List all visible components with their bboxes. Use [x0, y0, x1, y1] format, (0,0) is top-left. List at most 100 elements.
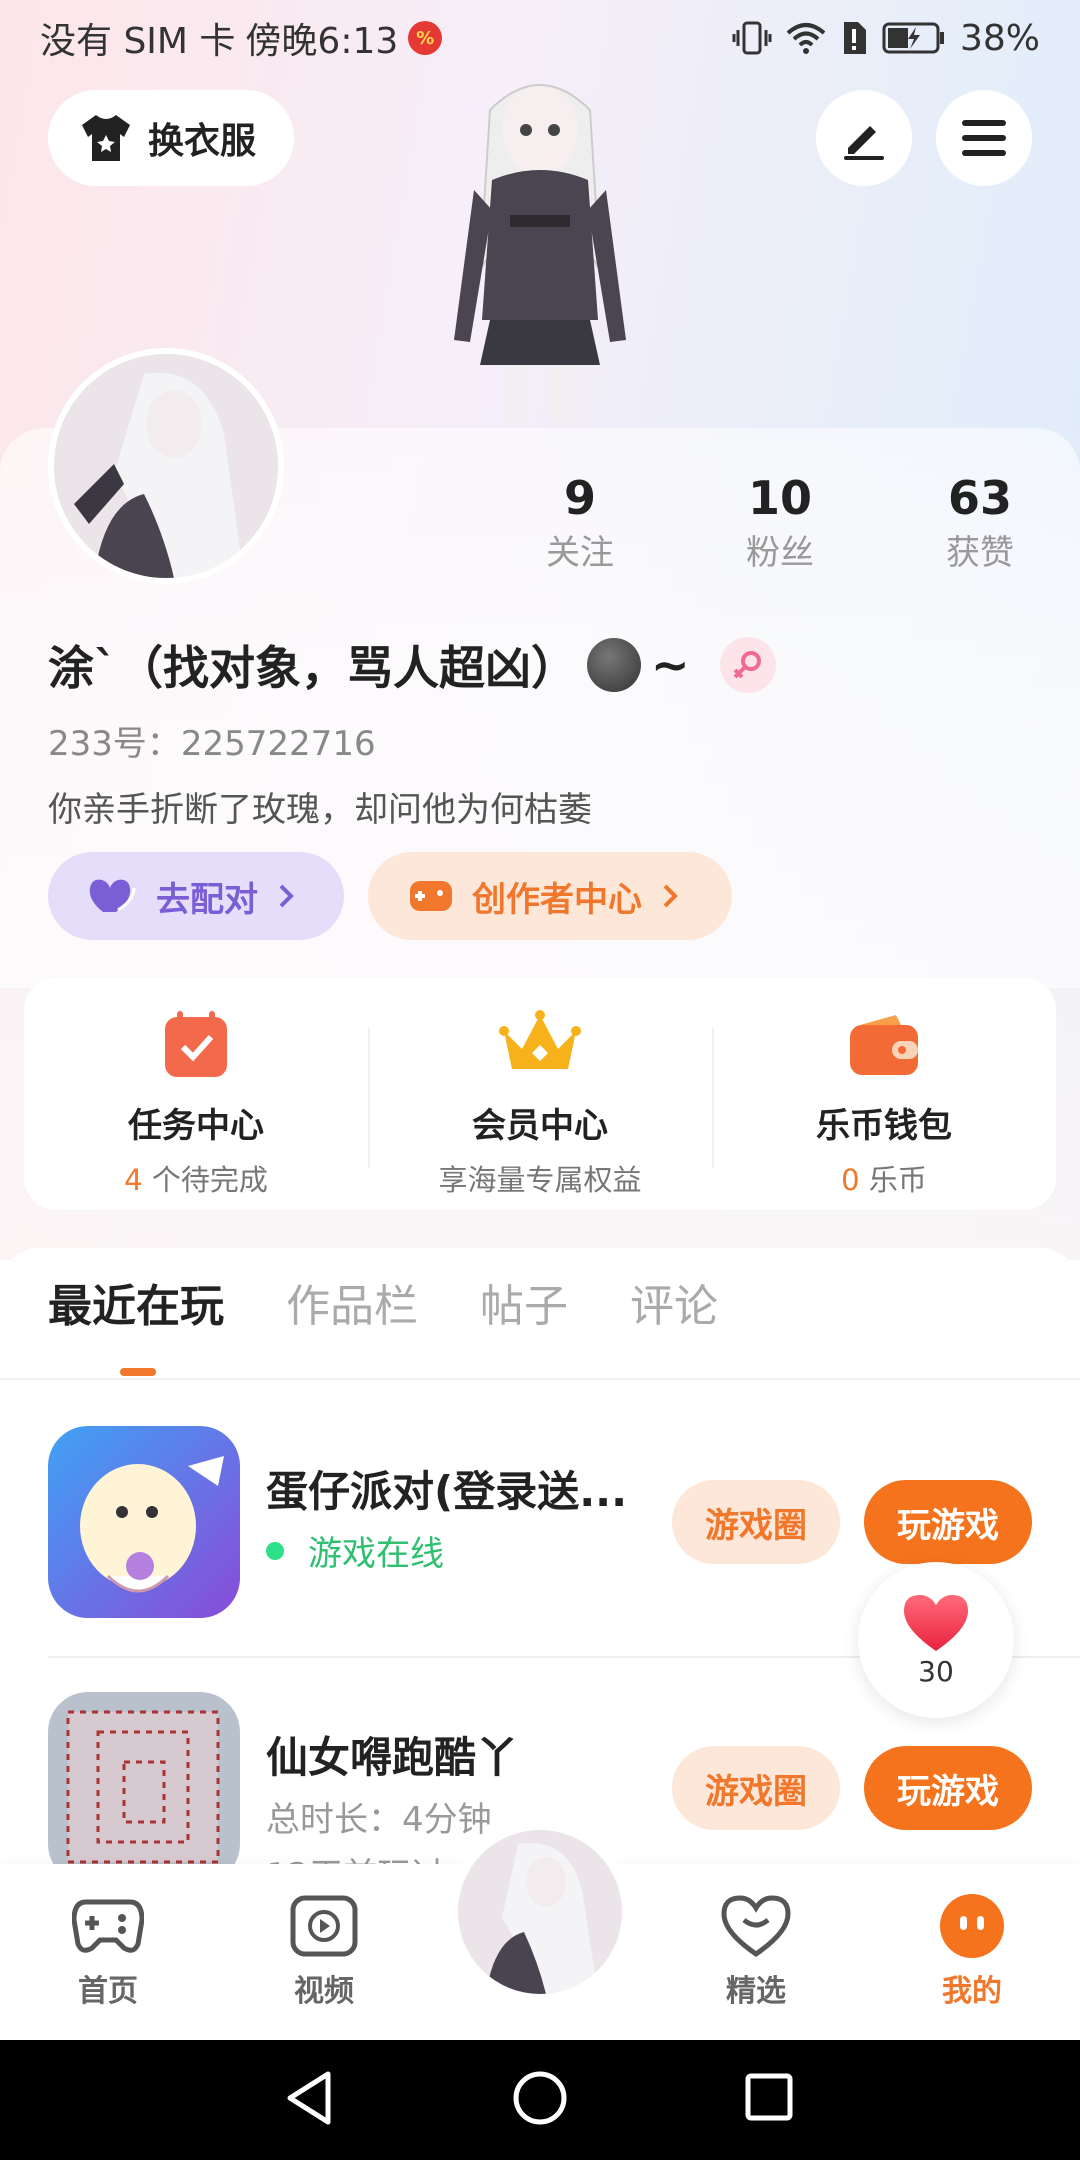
online-status-label: 游戏在线: [308, 1534, 444, 1574]
nav-home-label: 首页: [78, 1974, 138, 2009]
stat-value: 63: [947, 471, 1012, 525]
online-dot-icon: [266, 1541, 284, 1560]
coin-wallet-title: 乐币钱包: [816, 1106, 952, 1146]
profile-stats: 9 关注 10 粉丝 63 获赞: [480, 468, 1080, 578]
wifi-icon: [786, 23, 826, 54]
stat-label: 粉丝: [746, 533, 814, 573]
game-circle-button[interactable]: 游戏圈: [672, 1746, 840, 1830]
avatar-image: [54, 354, 278, 578]
floating-like-button[interactable]: 30: [858, 1562, 1014, 1718]
crown-icon: [499, 1010, 581, 1069]
game-play-duration: 总时长：4分钟: [266, 1800, 492, 1840]
nav-featured[interactable]: 精选: [686, 1886, 826, 2010]
stat-value: 10: [747, 471, 812, 525]
chevron-right-icon: [279, 884, 294, 908]
task-center-sub: 4 个待完成: [24, 1157, 368, 1199]
status-bar: 没有 SIM 卡 傍晚6:13 % 38%: [0, 0, 1080, 76]
vibrate-icon: [732, 21, 772, 55]
game-icon-fairy-parkour[interactable]: [48, 1692, 240, 1884]
time-text: 傍晚6:13: [245, 21, 399, 62]
content-tabs: 最近在玩 作品栏 帖子 评论: [48, 1270, 718, 1334]
chevron-right-icon: [663, 884, 678, 908]
stat-likes[interactable]: 63 获赞: [880, 468, 1080, 578]
like-count: 30: [918, 1654, 954, 1688]
carrier-text: 没有 SIM 卡: [40, 21, 236, 62]
match-button[interactable]: 去配对: [48, 852, 344, 940]
gamepad-plus-icon: [410, 881, 452, 911]
coin-label: 乐币: [859, 1163, 927, 1197]
nav-mine[interactable]: 我的: [902, 1886, 1042, 2010]
shirt-icon: [82, 115, 130, 161]
task-center-title: 任务中心: [128, 1106, 264, 1146]
member-center-sub: 享海量专属权益: [438, 1163, 642, 1197]
game-online-status: 游戏在线: [266, 1526, 444, 1575]
services-panel: 任务中心 4 个待完成 会员中心 享海量专属权益 乐币钱包 0 乐币: [24, 978, 1056, 1210]
avatar-image: [458, 1830, 622, 1994]
nav-home[interactable]: 首页: [38, 1886, 178, 2010]
gamepad-icon: [72, 1899, 144, 1953]
tab-recent-played[interactable]: 最近在玩: [48, 1270, 224, 1334]
sim-alert-icon: [843, 22, 866, 54]
coin-wallet-sub: 0 乐币: [712, 1157, 1056, 1199]
system-navigation-bar: [0, 2040, 1080, 2160]
task-center-item[interactable]: 任务中心 4 个待完成: [24, 1004, 368, 1197]
female-gender-icon: [719, 637, 776, 693]
heart-icon: [904, 1594, 968, 1651]
app-notification-icon: %: [408, 21, 443, 55]
member-center-title: 会员中心: [472, 1106, 608, 1146]
nickname-text: 涂`（找对象，骂人超凶）: [48, 641, 577, 695]
game-circle-button[interactable]: 游戏圈: [672, 1480, 840, 1564]
nav-video-label: 视频: [294, 1974, 354, 2009]
active-tab-indicator: [120, 1368, 156, 1376]
nickname-row: 涂`（找对象，骂人超凶） ~: [48, 630, 776, 700]
video-play-icon: [290, 1895, 358, 1957]
coin-wallet-item[interactable]: 乐币钱包 0 乐币: [712, 1004, 1056, 1197]
stat-following[interactable]: 9 关注: [480, 468, 680, 578]
nav-featured-label: 精选: [726, 1974, 786, 2009]
pending-count: 4: [124, 1163, 143, 1197]
avatar-character-figure[interactable]: [430, 70, 650, 430]
play-game-button[interactable]: 玩游戏: [864, 1480, 1032, 1564]
profile-avatar[interactable]: [48, 348, 284, 584]
change-outfit-label: 换衣服: [148, 121, 257, 162]
nav-center-avatar[interactable]: [448, 1820, 632, 2004]
edit-profile-button[interactable]: [816, 90, 912, 186]
user-id: 233号：225722716: [48, 724, 376, 764]
menu-button[interactable]: [936, 90, 1032, 186]
content-section: 最近在玩 作品栏 帖子 评论 蛋仔派对(登录送... 游戏在线 游戏圈 玩游戏: [0, 1248, 1080, 1896]
battery-icon: [882, 22, 944, 54]
match-label: 去配对: [156, 879, 258, 920]
back-icon[interactable]: [284, 2070, 334, 2126]
pen-icon: [844, 126, 884, 160]
nav-mine-label: 我的: [942, 1974, 1002, 2009]
creator-center-button[interactable]: 创作者中心: [368, 852, 732, 940]
heart-chat-icon: [721, 1895, 791, 1958]
stat-label: 获赞: [946, 533, 1014, 573]
face-icon: [940, 1894, 1004, 1958]
play-game-button[interactable]: 玩游戏: [864, 1746, 1032, 1830]
change-outfit-button[interactable]: 换衣服: [48, 90, 294, 186]
tab-divider: [0, 1378, 1080, 1380]
battery-percent: 38%: [959, 17, 1040, 59]
nickname-suffix: ~: [651, 638, 690, 692]
nav-video[interactable]: 视频: [254, 1886, 394, 2010]
stat-label: 关注: [546, 533, 614, 573]
calendar-check-icon: [165, 1011, 227, 1077]
game-icon-eggy-party[interactable]: [48, 1426, 240, 1618]
creator-center-label: 创作者中心: [472, 879, 642, 920]
pending-label: 个待完成: [142, 1163, 268, 1197]
heart-pair-icon: [89, 879, 136, 912]
stat-followers[interactable]: 10 粉丝: [680, 468, 880, 578]
coin-balance: 0: [841, 1163, 860, 1197]
user-bio: 你亲手折断了玫瑰，却问他为何枯萎: [48, 790, 592, 830]
game-name: 仙女嘚跑酷丫: [266, 1733, 519, 1782]
tab-works[interactable]: 作品栏: [286, 1270, 418, 1334]
tab-comments[interactable]: 评论: [630, 1270, 718, 1334]
hamburger-menu-icon: [962, 120, 1006, 156]
member-center-item[interactable]: 会员中心 享海量专属权益: [368, 1004, 712, 1197]
recents-icon[interactable]: [744, 2072, 794, 2122]
smirk-emoji-icon: [587, 638, 641, 692]
home-icon[interactable]: [512, 2070, 568, 2126]
stat-value: 9: [563, 471, 596, 525]
tab-posts[interactable]: 帖子: [480, 1270, 568, 1334]
